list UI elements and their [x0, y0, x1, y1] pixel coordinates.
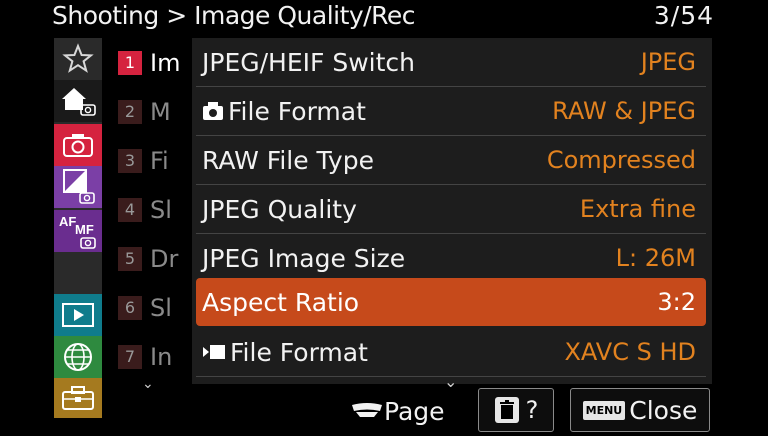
- control-wheel-icon: [352, 403, 382, 417]
- category-sidebar: AF MF: [54, 38, 102, 418]
- section-item[interactable]: 4 Sl: [110, 185, 192, 234]
- menu-item-jpeg-quality[interactable]: JPEG Quality Extra fine: [196, 185, 706, 234]
- tab-exposure[interactable]: [54, 166, 102, 208]
- svg-text:MF: MF: [75, 222, 94, 237]
- section-label: Dr: [150, 244, 179, 273]
- menu-item-value: JPEG: [640, 48, 696, 76]
- tab-playback[interactable]: [54, 294, 102, 336]
- section-index: 1 Im 2 M 3 Fi 4 Sl 5 Dr 6 Sl 7 In: [110, 38, 192, 384]
- menu-item-value: 3:2: [657, 288, 696, 316]
- menu-item-value: XAVC S HD: [564, 338, 696, 366]
- tab-setup[interactable]: [54, 378, 102, 418]
- globe-icon: [64, 343, 92, 371]
- section-label: M: [150, 97, 171, 126]
- section-label: Sl: [150, 293, 172, 322]
- tab-shooting[interactable]: [54, 124, 102, 166]
- scroll-down-chevron-icon[interactable]: ⌄: [444, 372, 457, 391]
- menu-list: JPEG/HEIF Switch JPEG File Format RAW & …: [192, 38, 712, 384]
- close-button[interactable]: MENU Close: [570, 388, 710, 432]
- tab-focus[interactable]: AF MF: [54, 210, 102, 252]
- delete-help-button[interactable]: ?: [478, 388, 554, 432]
- svg-text:AF: AF: [59, 214, 76, 229]
- tab-my-menu-home[interactable]: [54, 80, 102, 122]
- menu-item-label: JPEG Image Size: [202, 243, 406, 273]
- menu-item-label: Aspect Ratio: [202, 287, 360, 317]
- section-item[interactable]: 7 In: [110, 332, 192, 381]
- menu-item-label: RAW File Type: [202, 145, 374, 175]
- play-icon: [62, 303, 94, 327]
- section-number: 1: [118, 50, 142, 75]
- af-mf-icon: AF MF: [59, 214, 96, 249]
- section-number: 7: [118, 344, 142, 369]
- section-item[interactable]: 5 Dr: [110, 234, 192, 283]
- section-label: Fi: [150, 146, 169, 175]
- menu-item-label: JPEG Quality: [202, 194, 357, 224]
- section-item[interactable]: 3 Fi: [110, 136, 192, 185]
- menu-button-icon: MENU: [582, 400, 626, 420]
- menu-item-value: L: 26M: [615, 244, 696, 272]
- home-camera-icon: [62, 88, 96, 116]
- section-number: 3: [118, 148, 142, 173]
- menu-item-raw-file-type[interactable]: RAW File Type Compressed: [196, 136, 706, 185]
- menu-item-label: File Format: [230, 337, 368, 367]
- section-label: Im: [150, 48, 181, 77]
- section-number: 2: [118, 99, 142, 124]
- still-camera-icon: [203, 102, 223, 120]
- help-label: ?: [525, 396, 539, 424]
- menu-item-aspect-ratio[interactable]: Aspect Ratio 3:2: [196, 278, 706, 326]
- star-icon: [62, 43, 94, 73]
- page-indicator: 3/54: [653, 1, 714, 30]
- page-hint: Page: [350, 392, 445, 430]
- menu-item-still-file-format[interactable]: File Format RAW & JPEG: [196, 87, 706, 136]
- movie-icon: [203, 345, 225, 359]
- trash-icon: [494, 397, 519, 423]
- section-label: Sl: [150, 195, 172, 224]
- menu-item-value: Compressed: [546, 146, 696, 174]
- header-bar: Shooting > Image Quality/Rec 3/54: [0, 0, 768, 34]
- menu-item-movie-file-format[interactable]: File Format XAVC S HD: [196, 328, 706, 377]
- section-item[interactable]: 2 M: [110, 87, 192, 136]
- menu-item-value: RAW & JPEG: [552, 97, 696, 125]
- section-number: 4: [118, 197, 142, 222]
- section-item[interactable]: 6 Sl: [110, 283, 192, 332]
- menu-item-jpeg-image-size[interactable]: JPEG Image Size L: 26M: [196, 234, 706, 283]
- breadcrumb: Shooting > Image Quality/Rec: [52, 1, 415, 30]
- menu-item-value: Extra fine: [579, 195, 696, 223]
- section-number: 5: [118, 246, 142, 271]
- section-item[interactable]: 1 Im: [110, 38, 192, 87]
- section-number: 6: [118, 295, 142, 320]
- toolbox-icon: [62, 386, 94, 410]
- menu-item-label: File Format: [228, 96, 366, 126]
- menu-item-label: JPEG/HEIF Switch: [202, 47, 415, 77]
- tab-favorites[interactable]: [54, 38, 102, 80]
- menu-item-jpeg-heif-switch[interactable]: JPEG/HEIF Switch JPEG: [196, 38, 706, 87]
- tab-network[interactable]: [54, 336, 102, 378]
- page-hint-label: Page: [384, 396, 445, 426]
- camera-icon: [63, 134, 93, 157]
- exposure-icon: [63, 169, 95, 204]
- close-label: Close: [629, 395, 698, 425]
- section-label: In: [150, 342, 173, 371]
